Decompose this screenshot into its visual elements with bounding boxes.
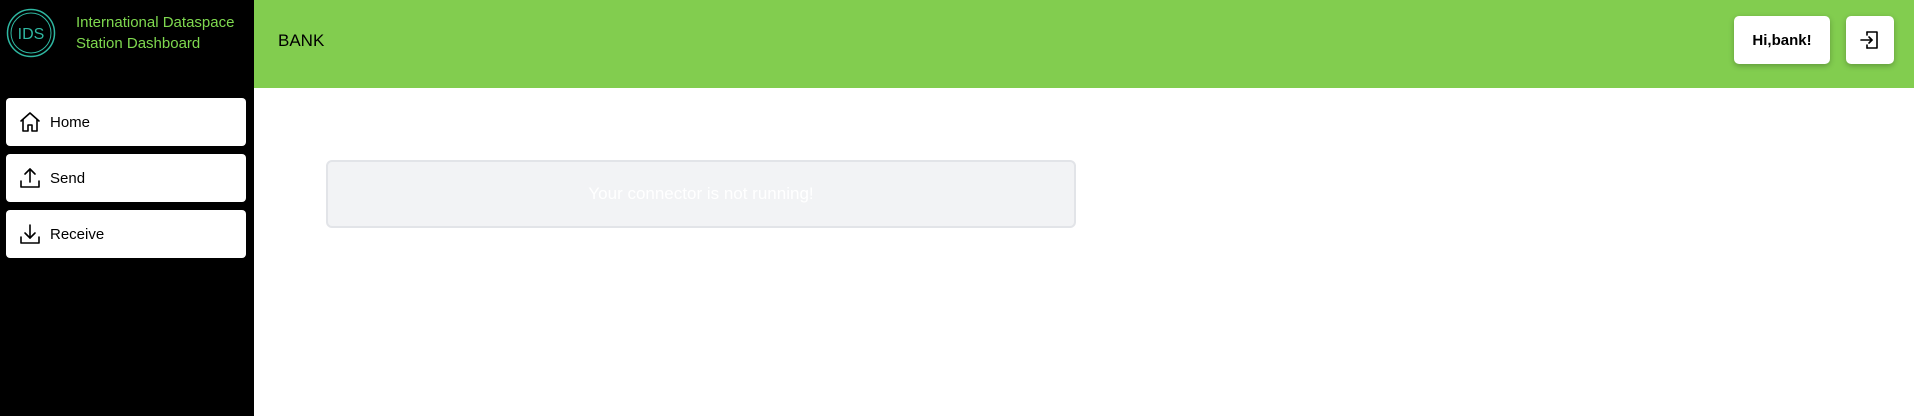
connector-status-notice: Your connector is not running! [326, 160, 1076, 228]
logout-button[interactable] [1846, 16, 1894, 64]
username: bank [1771, 31, 1807, 49]
sidebar-item-label: Home [50, 113, 91, 131]
logout-icon [1858, 28, 1882, 52]
sidebar-item-send[interactable]: Send [6, 154, 246, 202]
sidebar-item-label: Receive [50, 225, 105, 243]
download-icon [18, 222, 42, 246]
top-bar: BANK Hi, bank ! [254, 0, 1914, 88]
upload-icon [18, 166, 42, 190]
user-greeting: Hi, bank ! [1734, 16, 1830, 64]
app-title-line1: International Dataspace [76, 14, 235, 31]
greeting-prefix: Hi, [1752, 31, 1772, 49]
ids-logo: IDS [6, 8, 56, 58]
sidebar-item-label: Send [50, 169, 86, 187]
page-title: BANK [278, 31, 325, 50]
brand: IDS International Dataspace Station Dash… [0, 0, 254, 88]
app-title-line2: Station Dashboard [76, 35, 201, 52]
sidebar-item-home[interactable]: Home [6, 98, 246, 146]
sidebar-item-receive[interactable]: Receive [6, 210, 246, 258]
greeting-suffix: ! [1806, 31, 1812, 49]
sidebar: IDS International Dataspace Station Dash… [0, 0, 254, 416]
home-icon [18, 110, 42, 134]
app-title: International Dataspace Station Dashboar… [76, 12, 248, 54]
logo-text: IDS [18, 26, 45, 43]
notice-text: Your connector is not running! [588, 184, 814, 203]
